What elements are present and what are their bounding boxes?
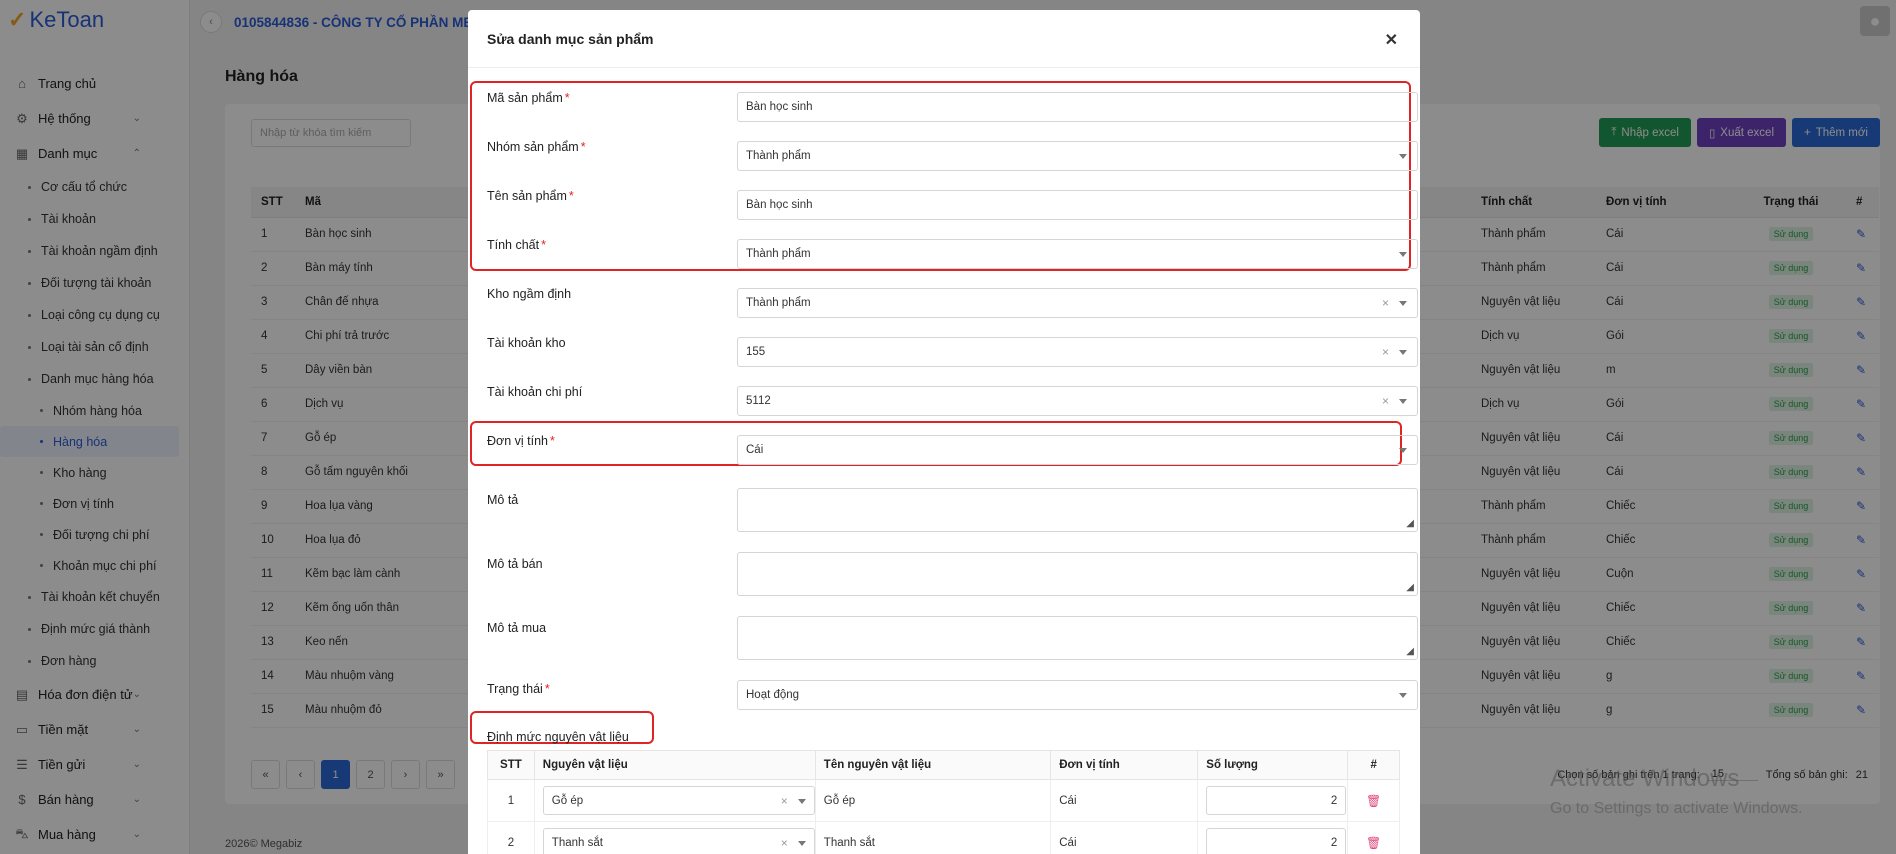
nature-select[interactable]: Thành phẩm [737, 239, 1418, 269]
column-header: Đơn vị tính [1050, 750, 1199, 780]
field-label: Tên sản phẩm * [487, 189, 574, 203]
resize-grip-icon[interactable]: ◢ [1406, 582, 1414, 593]
modal-title: Sửa danh mục sản phẩm [487, 30, 654, 47]
bom-qty-cell: 2 [1197, 821, 1349, 854]
column-header: Số lượng [1197, 750, 1349, 780]
default-warehouse-select[interactable]: Thành phẩm × [737, 288, 1418, 318]
field-label: Mô tả mua [487, 621, 547, 635]
field-label: Nhóm sản phẩm * [487, 140, 586, 154]
field-label: Mã sản phẩm * [487, 91, 570, 105]
bom-name: Thanh sắt [814, 821, 1052, 854]
select-value: Thành phẩm [746, 150, 811, 162]
quantity-input[interactable]: 2 [1206, 786, 1347, 815]
bom-material-cell: Thanh sắt × [533, 821, 816, 854]
select-value: Gỗ ép [551, 794, 584, 807]
close-icon[interactable]: ✕ [1385, 30, 1398, 50]
caret-down-icon [1399, 399, 1407, 404]
label-text: Mã sản phẩm [487, 91, 563, 105]
label-text: Tên sản phẩm [487, 189, 567, 203]
field-label: Kho ngầm định [487, 287, 572, 301]
field-label: Tài khoản chi phí [487, 385, 583, 399]
required-mark: * [564, 91, 570, 105]
sale-description-textarea[interactable]: ◢ [737, 552, 1418, 596]
label-text: Đơn vị tính [487, 434, 548, 448]
caret-down-icon [1399, 448, 1407, 453]
bom-action-cell: 🗑 [1347, 821, 1400, 854]
resize-grip-icon[interactable]: ◢ [1406, 518, 1414, 529]
product-group-select[interactable]: Thành phẩm [737, 141, 1418, 171]
required-mark: * [550, 434, 555, 448]
column-header: # [1347, 750, 1400, 780]
select-value: Thanh sắt [551, 836, 603, 849]
clear-icon[interactable]: × [1382, 394, 1389, 408]
caret-down-icon [1399, 252, 1407, 257]
bom-unit: Cái [1050, 779, 1199, 822]
modal-header: Sửa danh mục sản phẩm ✕ [468, 10, 1420, 68]
field-label: Mô tả [487, 493, 519, 507]
column-header: STT [487, 750, 535, 780]
bom-qty-cell: 2 [1197, 779, 1349, 822]
caret-down-icon [1399, 301, 1407, 306]
bom-unit: Cái [1050, 821, 1199, 854]
unit-select[interactable]: Cái [737, 435, 1418, 465]
column-header: Tên nguyên vật liệu [814, 750, 1052, 780]
trash-icon[interactable]: 🗑 [1366, 794, 1381, 808]
label-text: Tính chất [487, 238, 540, 252]
clear-icon[interactable]: × [781, 794, 788, 808]
select-value: 5112 [746, 395, 771, 407]
caret-down-icon [1399, 154, 1407, 159]
caret-down-icon [1399, 350, 1407, 355]
bom-action-cell: 🗑 [1347, 779, 1400, 822]
required-mark: * [541, 238, 546, 252]
trash-icon[interactable]: 🗑 [1366, 836, 1381, 850]
product-name-input[interactable]: Bàn học sinh [737, 190, 1418, 220]
expense-account-select[interactable]: 5112 × [737, 386, 1418, 416]
bom-section-title: Định mức nguyên vật liệu [487, 730, 629, 744]
field-label: Mô tả bán [487, 557, 543, 571]
field-label: Trạng thái * [487, 682, 550, 696]
clear-icon[interactable]: × [1382, 296, 1389, 310]
quantity-input[interactable]: 2 [1206, 828, 1347, 854]
resize-grip-icon[interactable]: ◢ [1406, 646, 1414, 657]
field-label: Tài khoản kho [487, 336, 566, 350]
bom-row: 2 Thanh sắt × Thanh sắt Cái 2 🗑 [487, 821, 1400, 854]
stock-account-select[interactable]: 155 × [737, 337, 1418, 367]
select-value: Thành phẩm [746, 297, 811, 309]
required-mark: * [580, 140, 586, 154]
bom-material-cell: Gỗ ép × [533, 779, 816, 822]
clear-icon[interactable]: × [1382, 345, 1389, 359]
caret-down-icon [1399, 693, 1407, 698]
field-label: Đơn vị tính * [487, 434, 555, 448]
caret-down-icon [797, 799, 806, 804]
edit-product-modal: Sửa danh mục sản phẩm ✕ Mã sản phẩm * Bàn… [468, 10, 1420, 854]
bom-header-row: STT Nguyên vật liệu Tên nguyên vật liệu … [487, 750, 1400, 780]
required-mark: * [568, 189, 574, 203]
material-select[interactable]: Thanh sắt × [542, 828, 815, 854]
label-text: Nhóm sản phẩm [487, 140, 579, 154]
bom-body: 1 Gỗ ép × Gỗ ép Cái 2 🗑 2 Thanh sắt × Thanh sắt Cái… [487, 779, 1400, 854]
description-textarea[interactable]: ◢ [737, 488, 1418, 532]
bom-row: 1 Gỗ ép × Gỗ ép Cái 2 🗑 [487, 779, 1400, 822]
bom-table: STT Nguyên vật liệu Tên nguyên vật liệu … [487, 750, 1400, 854]
status-select[interactable]: Hoạt động [737, 680, 1418, 710]
bom-name: Gỗ ép [814, 779, 1052, 822]
column-header: Nguyên vật liệu [533, 750, 816, 780]
product-code-input[interactable]: Bàn học sinh [737, 92, 1418, 122]
required-mark: * [544, 682, 550, 696]
bom-stt: 1 [487, 779, 535, 822]
clear-icon[interactable]: × [781, 836, 788, 850]
select-value: 155 [746, 346, 766, 358]
select-value: Hoạt động [746, 689, 800, 701]
caret-down-icon [797, 841, 806, 846]
select-value: Cái [746, 444, 764, 456]
select-value: Thành phẩm [746, 248, 811, 260]
bom-stt: 2 [487, 821, 535, 854]
field-label: Tính chất * [487, 238, 546, 252]
material-select[interactable]: Gỗ ép × [542, 786, 815, 815]
purchase-description-textarea[interactable]: ◢ [737, 616, 1418, 660]
label-text: Trạng thái [487, 682, 543, 696]
